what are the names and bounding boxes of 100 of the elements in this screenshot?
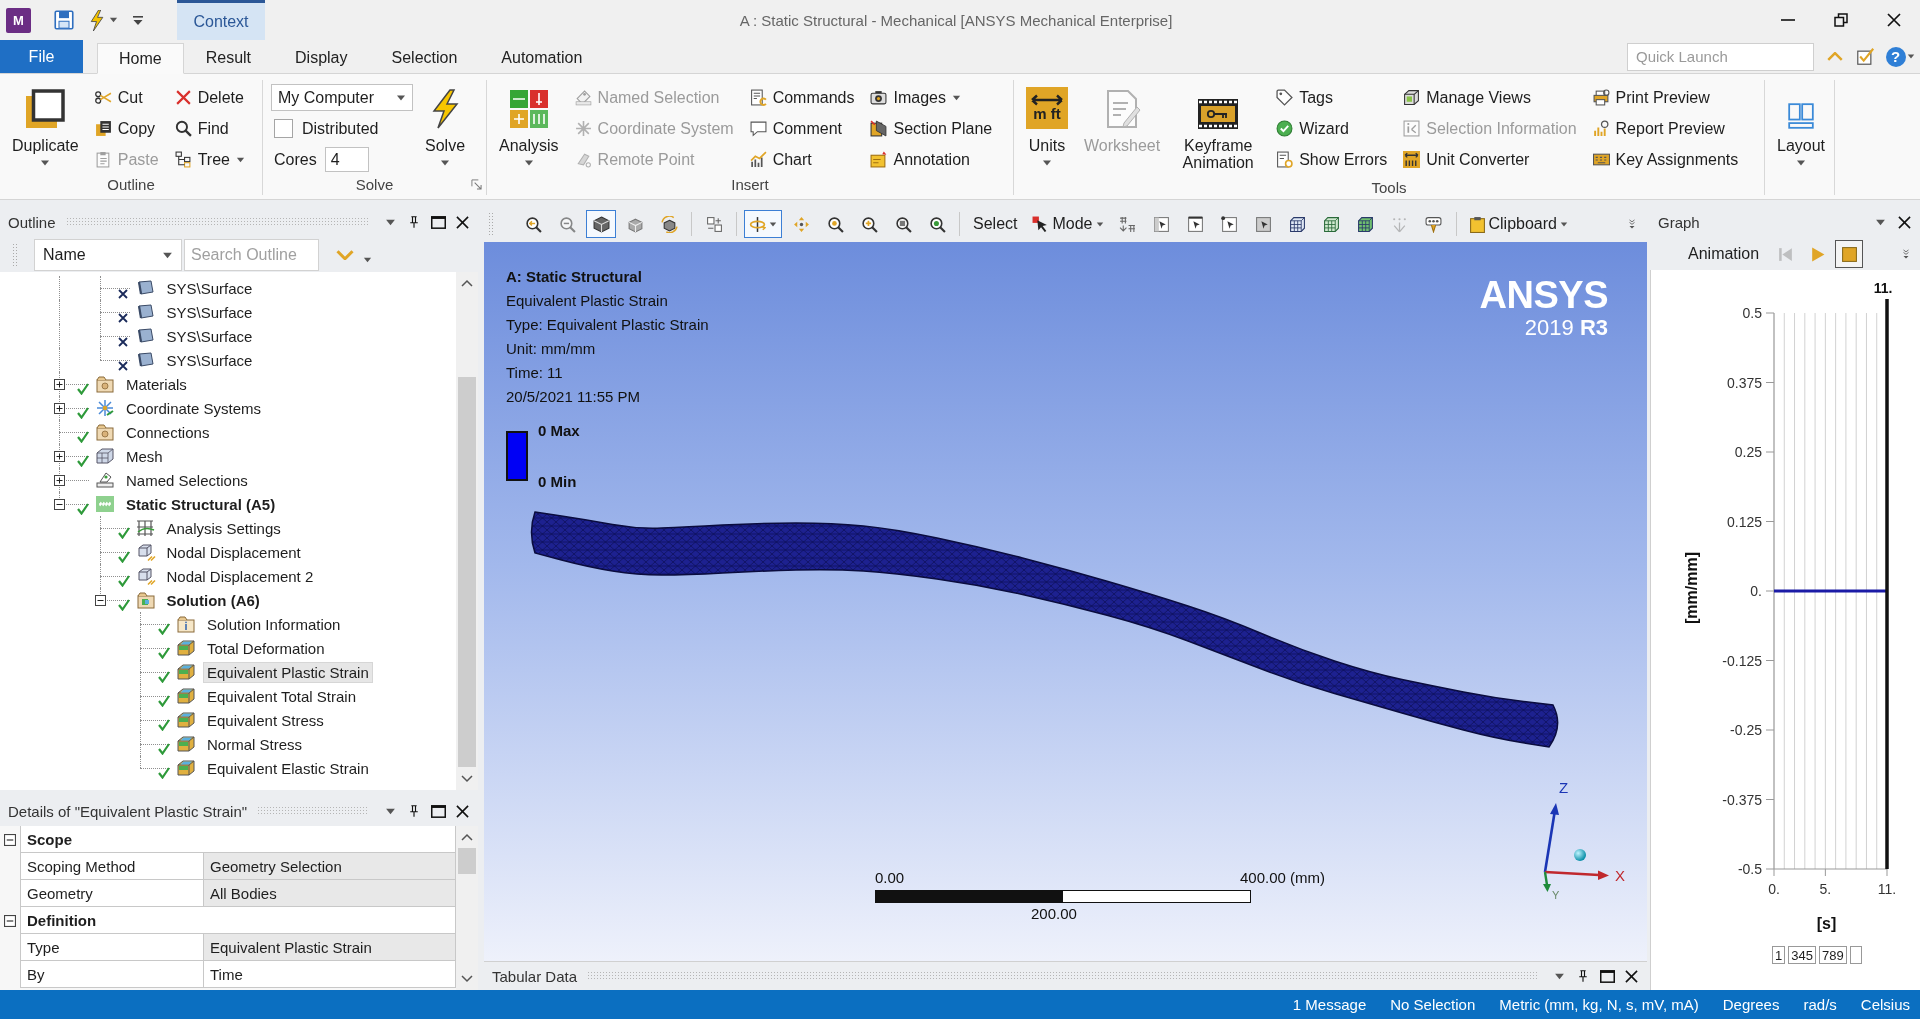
collapse-icon[interactable] xyxy=(94,594,106,606)
number-field[interactable]: 4 xyxy=(324,147,369,172)
ribbon-button[interactable]: Chart xyxy=(745,144,859,175)
tree-item[interactable]: SYS\Surface xyxy=(162,301,257,323)
document-icon xyxy=(749,89,767,106)
animation-button[interactable] xyxy=(1835,240,1864,268)
ribbon-tab[interactable]: Display xyxy=(273,43,370,73)
ribbon-button[interactable]: Analysis xyxy=(495,82,563,175)
ribbon-button[interactable]: Show Errors xyxy=(1272,144,1392,175)
dropdown-field[interactable]: My Computer xyxy=(271,84,413,111)
tree-item[interactable]: Named Selections xyxy=(122,469,252,491)
ribbon-button[interactable]: Copy xyxy=(90,113,163,144)
ribbon-button[interactable]: Annotation xyxy=(866,144,997,175)
result-info-line: Type: Equivalent Plastic Strain xyxy=(506,315,709,335)
panel-title: Outline xyxy=(8,213,56,231)
tree-item[interactable]: Solution Information xyxy=(203,613,345,635)
property-name: By xyxy=(20,961,204,988)
toolbar-button[interactable]: Mode xyxy=(1027,210,1109,238)
tree-item[interactable]: Static Structural (A5) xyxy=(122,493,280,515)
window-title: A : Static Structural - Mechanical [ANSYS Mechanical Enterprise] xyxy=(738,11,1174,29)
tree-item[interactable]: SYS\Surface xyxy=(162,325,257,347)
caret-icon xyxy=(1874,218,1886,226)
step-cell[interactable]: 789 xyxy=(1818,946,1847,964)
step-cell[interactable]: 1 xyxy=(1772,946,1786,964)
expand-icon[interactable] xyxy=(54,450,65,462)
ribbon-button[interactable]: Find xyxy=(170,113,249,144)
quick-launch-field[interactable]: Quick Launch xyxy=(1627,42,1814,71)
ribbon-button[interactable]: Tags xyxy=(1272,82,1392,113)
help-button[interactable]: ? xyxy=(1880,42,1920,71)
tree-item[interactable]: Nodal Displacement 2 xyxy=(162,565,318,587)
maximize-icon xyxy=(430,215,446,229)
box-select-icon xyxy=(1187,215,1204,233)
ribbon-tab[interactable]: Selection xyxy=(369,43,480,73)
expand-icon[interactable] xyxy=(54,378,65,390)
tree-item[interactable]: SYS\Surface xyxy=(162,277,257,299)
zoom-in-icon xyxy=(860,215,878,233)
ribbon-button[interactable]: Solve xyxy=(421,82,470,175)
expand-icon[interactable] xyxy=(54,474,65,486)
dialog-launcher-icon[interactable] xyxy=(471,179,482,190)
property-name: Type xyxy=(20,934,204,961)
ribbon-button[interactable]: Comment xyxy=(745,113,859,144)
mesh-cube-icon xyxy=(1323,215,1340,233)
tree-item[interactable]: Solution (A6) xyxy=(162,589,264,611)
ribbon-button[interactable]: Layout xyxy=(1773,82,1830,173)
search-field[interactable]: Search Outline xyxy=(184,239,319,271)
tree-item[interactable]: Connections xyxy=(122,421,214,443)
ribbon-button[interactable]: Unit Converter xyxy=(1399,144,1581,175)
ribbon-button[interactable]: Duplicate xyxy=(8,82,83,175)
ribbon-button[interactable]: Keyframe Animation xyxy=(1172,82,1265,178)
ribbon-tab[interactable]: Home xyxy=(97,43,184,74)
ribbon-button[interactable]: Manage Views xyxy=(1399,82,1581,113)
tree-item[interactable]: Analysis Settings xyxy=(162,517,285,539)
caret-icon xyxy=(384,807,396,815)
scroll-thumb[interactable] xyxy=(458,848,476,874)
cube-icon xyxy=(176,710,196,730)
ribbon-button[interactable]: m ft Units xyxy=(1022,82,1072,178)
collapse-icon[interactable] xyxy=(4,833,16,846)
ribbon-button[interactable]: Commands xyxy=(745,82,859,113)
ribbon-button[interactable]: Cut xyxy=(90,82,163,113)
ribbon-button[interactable]: Key Assignments xyxy=(1588,144,1743,175)
toolbar-button[interactable] xyxy=(586,210,616,238)
ribbon-button[interactable]: Wizard xyxy=(1272,113,1392,144)
tree-item[interactable]: SYS\Surface xyxy=(162,349,257,371)
step-cell[interactable]: 345 xyxy=(1788,946,1816,964)
scroll-thumb[interactable] xyxy=(458,377,476,767)
tick-label: 0.125 xyxy=(1726,513,1762,530)
save-icon xyxy=(54,10,74,30)
tree-item[interactable]: Coordinate Systems xyxy=(122,397,266,419)
tree-item[interactable]: Equivalent Total Strain xyxy=(203,685,360,707)
tree-item[interactable]: Equivalent Plastic Strain xyxy=(203,661,373,683)
toolbar-button[interactable]: Clipboard xyxy=(1463,210,1573,238)
ribbon-button[interactable]: Print Preview xyxy=(1588,82,1743,113)
collapse-icon[interactable] xyxy=(4,914,16,927)
tree-item[interactable]: Total Deformation xyxy=(203,637,329,659)
ribbon-button[interactable]: Section Plane xyxy=(866,113,997,144)
tree-item[interactable]: Normal Stress xyxy=(203,733,307,755)
ribbon-tab[interactable]: Result xyxy=(183,43,274,73)
checkbox[interactable] xyxy=(274,119,293,138)
ribbon-button[interactable]: Delete xyxy=(170,82,249,113)
stop-icon xyxy=(1840,245,1858,263)
ribbon-button[interactable]: Tree xyxy=(170,144,249,175)
tree-item[interactable]: Equivalent Stress xyxy=(203,709,328,731)
duplicate-icon xyxy=(25,89,66,129)
chevron-up-icon xyxy=(461,833,473,841)
tree-item[interactable]: Materials xyxy=(122,373,191,395)
app-logo[interactable]: M xyxy=(6,7,31,33)
rotate-icon xyxy=(749,215,766,233)
ribbon-tab[interactable]: Automation xyxy=(479,43,605,73)
ribbon-tab[interactable]: File xyxy=(0,40,83,73)
checkbox-icon xyxy=(1855,47,1875,66)
ribbon-button[interactable]: Report Preview xyxy=(1588,113,1743,144)
tree-item[interactable]: Equivalent Elastic Strain xyxy=(203,757,373,779)
collapse-icon[interactable] xyxy=(54,498,65,510)
tree-item[interactable]: Mesh xyxy=(122,445,167,467)
expand-icon[interactable] xyxy=(54,402,65,414)
tree-item[interactable]: Nodal Displacement xyxy=(162,541,305,563)
step-cell[interactable] xyxy=(1849,946,1862,964)
ribbon-button[interactable]: Images xyxy=(866,82,997,113)
filter-dropdown[interactable]: Name xyxy=(34,239,182,271)
caret-icon xyxy=(396,94,406,101)
